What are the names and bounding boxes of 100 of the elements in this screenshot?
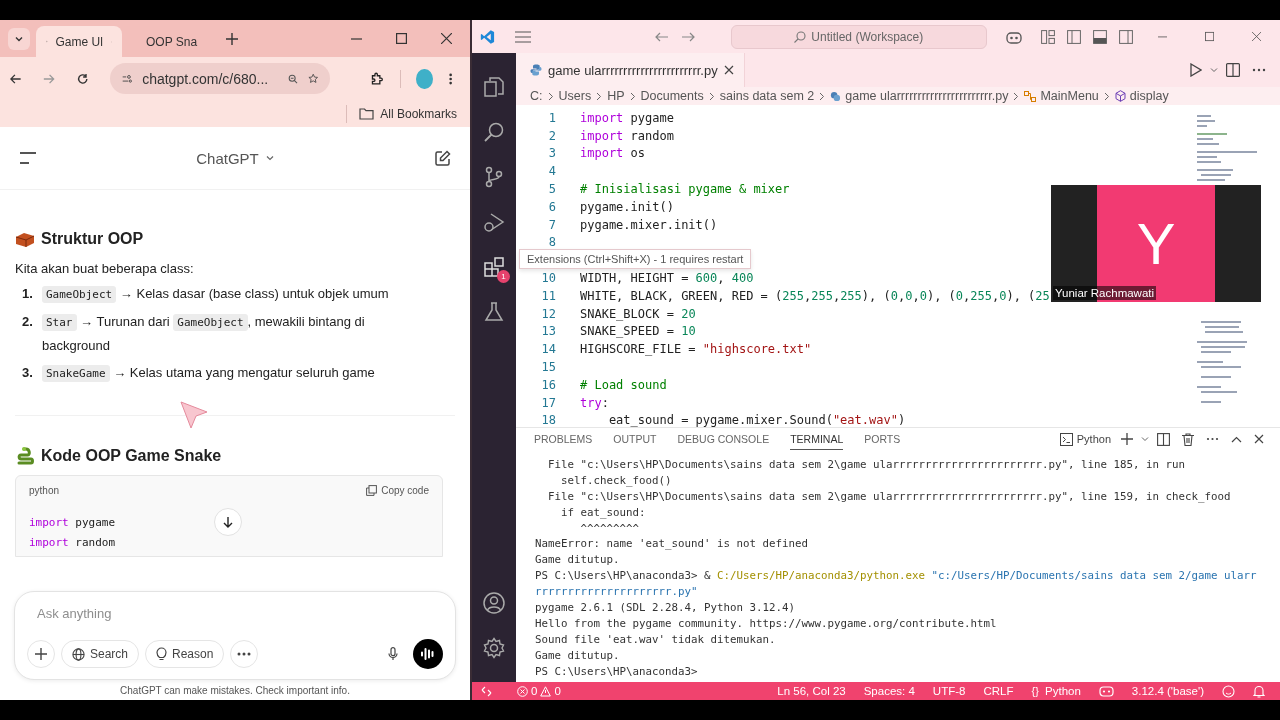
back-icon[interactable] (10, 71, 22, 86)
status-item[interactable]: Ln 56, Col 23 (777, 685, 846, 697)
line-number: 6 (547, 199, 557, 214)
status-item[interactable]: Spaces: 4 (863, 685, 915, 697)
chevron-right-icon (596, 91, 603, 101)
trash-icon[interactable] (1182, 432, 1194, 446)
split-terminal-icon[interactable] (1157, 432, 1170, 446)
code-line: import pygame (580, 110, 674, 125)
scroll-down-button[interactable] (214, 508, 242, 536)
copy-code-button[interactable]: Copy code (366, 485, 429, 496)
line-number: 7 (547, 217, 557, 232)
model-selector[interactable]: ChatGPT (196, 149, 275, 167)
site-info-icon[interactable] (122, 72, 133, 85)
run-icon[interactable] (1190, 63, 1202, 77)
list-number: 3. (22, 364, 34, 382)
message-input[interactable]: Ask anything (27, 602, 443, 625)
voice-button[interactable] (413, 639, 443, 669)
browser-tab[interactable]: OOP Sna (128, 26, 214, 57)
secondary-sidebar-icon[interactable] (1118, 29, 1133, 44)
search-icon[interactable] (483, 120, 505, 143)
breadcrumb[interactable]: Users (558, 89, 592, 103)
new-terminal-icon[interactable] (1121, 433, 1133, 445)
maximize-icon[interactable] (1204, 31, 1214, 42)
forward-icon[interactable] (680, 31, 695, 42)
terminal-line: Game ditutup. (535, 552, 621, 569)
list-number: 2. (22, 313, 34, 331)
panel-tab[interactable]: TERMINAL (790, 428, 844, 450)
browser-tab[interactable]: Game Ul (36, 26, 122, 57)
chevron-up-icon[interactable] (1231, 435, 1242, 443)
panel-tab[interactable]: PROBLEMS (534, 428, 593, 450)
terminal-icon (1059, 432, 1073, 446)
status-item[interactable]: CRLF (983, 685, 1014, 697)
run-debug-icon[interactable] (483, 210, 505, 233)
status-item[interactable]: UTF-8 (932, 685, 966, 697)
more-icon[interactable] (1206, 437, 1219, 441)
status-item[interactable]: 3.12.4 ('base') (1131, 685, 1204, 697)
search-icon (794, 30, 807, 43)
split-editor-icon[interactable] (1226, 63, 1240, 77)
menu-icon[interactable] (448, 71, 452, 86)
line-number: 15 (540, 360, 557, 375)
line-number: 4 (547, 164, 557, 179)
error-icon (517, 685, 528, 697)
source-control-icon[interactable] (483, 165, 505, 188)
copy-icon (366, 485, 378, 496)
new-tab-icon[interactable] (226, 32, 238, 45)
panel-tab[interactable]: OUTPUT (613, 428, 657, 450)
code-line: SNAKE_SPEED = 10 (580, 324, 696, 339)
breadcrumb[interactable]: HP (607, 89, 625, 103)
editor-tab[interactable]: game ularrrrrrrrrrrrrrrrrrrrrrr.py (516, 53, 745, 87)
mouse-pointer-icon (179, 400, 209, 430)
feedback-icon[interactable] (1222, 684, 1235, 698)
puzzle-icon[interactable] (370, 70, 384, 87)
terminal-line: File "c:\Users\HP\Documents\sains data sem 2\game ularrrrrrrrrrrrrrrrrrrrrrr.py", line 159, in check_food (547, 488, 1232, 505)
breadcrumb[interactable]: MainMenu (1024, 89, 1099, 103)
sidebar-toggle-icon[interactable] (19, 152, 37, 164)
star-icon[interactable] (307, 71, 319, 86)
settings-icon[interactable] (483, 636, 505, 659)
breadcrumb[interactable]: game ularrrrrrrrrrrrrrrrrrrrrrr.py (830, 89, 1009, 103)
layout-icon[interactable] (1040, 29, 1055, 44)
command-center[interactable]: Untitled (Workspace) (730, 24, 987, 49)
problems-status[interactable]: 0 0 (517, 685, 561, 697)
flask-icon[interactable] (483, 300, 505, 323)
breadcrumb[interactable]: Documents (640, 89, 704, 103)
line-number: 11 (540, 288, 557, 303)
terminal-selector[interactable]: Python (1059, 432, 1111, 446)
line-number: 8 (547, 235, 557, 250)
copilot-icon[interactable] (1098, 685, 1114, 697)
terminal-line: ^^^^^^^^^ (579, 520, 640, 537)
tab-title: OOP Sna (146, 34, 198, 49)
breadcrumb[interactable]: display (1114, 89, 1169, 103)
bell-icon[interactable] (1253, 684, 1265, 698)
new-chat-icon[interactable] (434, 149, 451, 167)
copilot-icon[interactable] (1004, 29, 1023, 44)
section-heading: Struktur OOP (41, 230, 144, 248)
class-icon (1024, 90, 1037, 102)
breadcrumb[interactable]: C: (530, 89, 543, 103)
terminal-line: self.check_food() (560, 472, 673, 489)
code-line: eat_sound = pygame.mixer.Sound("eat.wav") (607, 413, 906, 427)
code-line: # Load sound (580, 377, 667, 392)
tab-list-button[interactable] (8, 27, 30, 50)
reload-icon[interactable] (76, 71, 89, 86)
extensions-icon[interactable] (483, 255, 505, 278)
language-mode[interactable]: {} Python (1031, 685, 1081, 697)
breadcrumb[interactable]: sains data sem 2 (719, 89, 815, 103)
bookmarks-folder[interactable]: All Bookmarks (359, 106, 457, 121)
code-line: import random (580, 128, 674, 143)
more-icon[interactable] (1252, 68, 1266, 72)
panel-tab[interactable]: PORTS (864, 428, 901, 450)
code-line: # Inisialisasi pygame & mixer (580, 182, 790, 197)
warning-icon (540, 685, 552, 697)
panel-icon[interactable] (1092, 29, 1107, 44)
maximize-icon[interactable] (396, 33, 407, 44)
code-line: import random (29, 535, 116, 551)
panel-tab[interactable]: DEBUG CONSOLE (677, 428, 770, 450)
sidebar-icon[interactable] (1066, 29, 1081, 44)
remote-icon (480, 685, 492, 697)
files-icon[interactable] (483, 75, 505, 98)
account-icon[interactable] (483, 591, 505, 614)
address-bar[interactable]: chatgpt.com/c/680... (110, 63, 331, 94)
line-number: 1 (547, 110, 557, 125)
